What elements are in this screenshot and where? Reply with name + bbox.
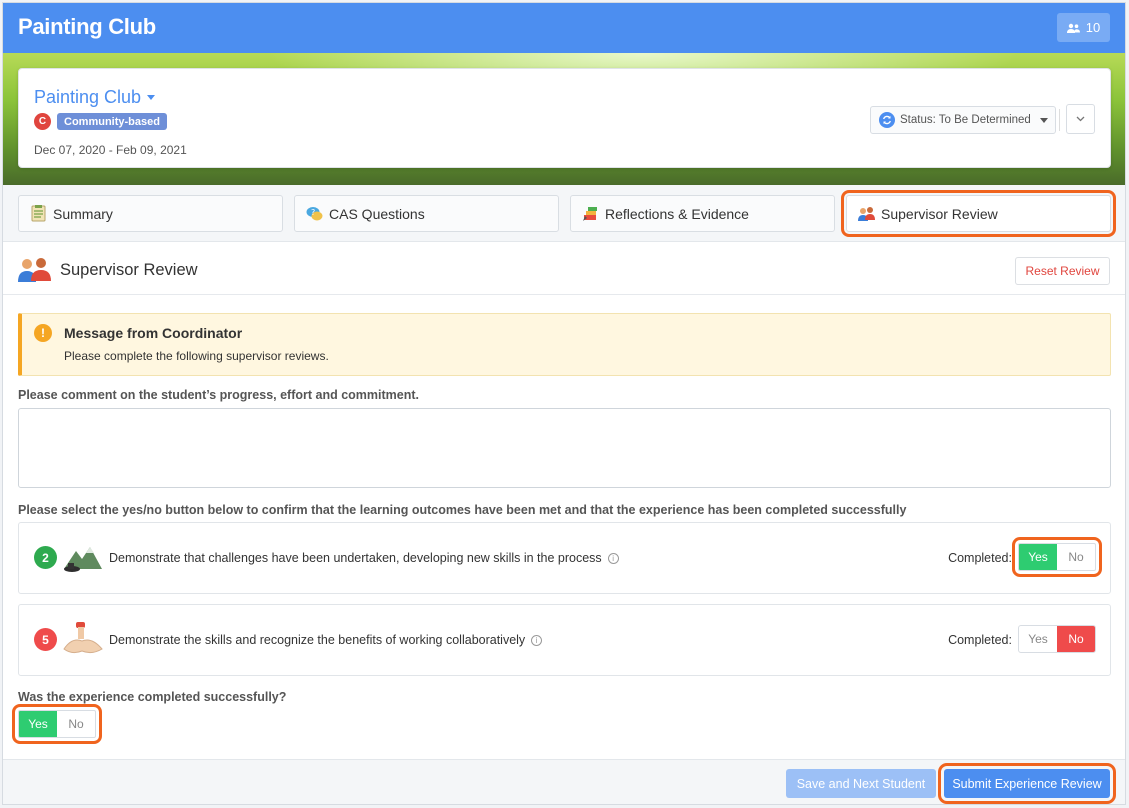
submit-review-button[interactable]: Submit Experience Review xyxy=(938,763,1116,804)
reset-review-button[interactable]: Reset Review xyxy=(1015,257,1110,285)
category-tag: Community-based xyxy=(57,113,167,130)
experience-name-dropdown[interactable]: Painting Club xyxy=(34,87,156,108)
sync-icon xyxy=(879,112,895,128)
info-icon[interactable]: i xyxy=(607,552,619,564)
no-button[interactable]: No xyxy=(1057,626,1095,652)
outcomes-prompt: Please select the yes/no button below to… xyxy=(18,503,907,517)
app-window: Painting Club 10 Painting Club C Communi… xyxy=(2,2,1126,805)
pencil-icon xyxy=(583,207,597,221)
outcome-text: Demonstrate the skills and recognize the… xyxy=(109,633,526,647)
comment-textarea[interactable] xyxy=(18,408,1111,488)
status-dropdown[interactable]: Status: To Be Determined xyxy=(870,106,1056,134)
no-button[interactable]: No xyxy=(57,711,95,737)
warning-icon: ! xyxy=(34,324,52,342)
question-bubble-icon: ? xyxy=(306,207,323,221)
completed-label: Completed: xyxy=(948,633,1012,647)
category-row: C Community-based xyxy=(34,113,167,130)
members-count: 10 xyxy=(1085,20,1101,35)
yes-button[interactable]: Yes xyxy=(19,711,57,737)
experience-card: Painting Club C Community-based Dec 07, … xyxy=(18,68,1111,168)
divider xyxy=(1059,109,1060,131)
success-prompt: Was the experience completed successfull… xyxy=(18,690,287,704)
tab-cas-questions[interactable]: ? CAS Questions xyxy=(294,195,559,232)
chevron-down-icon xyxy=(1076,116,1085,122)
caret-down-icon xyxy=(1039,117,1048,123)
learning-outcome-row: 5 Demonstrate the skills and recognize t… xyxy=(18,604,1111,676)
expand-button[interactable] xyxy=(1066,104,1095,134)
outcome-text-wrap: Demonstrate that challenges have been un… xyxy=(109,551,619,565)
category-letter-badge: C xyxy=(34,113,51,130)
success-toggle: Yes No xyxy=(12,704,102,744)
tab-label: Summary xyxy=(53,205,113,222)
people-icon xyxy=(18,258,51,282)
section-title: Supervisor Review xyxy=(60,261,198,279)
app-title: Painting Club xyxy=(18,14,156,39)
completed-toggle: Yes No xyxy=(1018,625,1096,653)
tab-reflections-evidence[interactable]: Reflections & Evidence xyxy=(570,195,835,232)
tab-supervisor-review[interactable]: Supervisor Review xyxy=(841,190,1116,237)
info-icon[interactable]: i xyxy=(531,634,543,646)
yes-button[interactable]: Yes xyxy=(1019,544,1057,570)
tab-summary[interactable]: Summary xyxy=(18,195,283,232)
experience-dates: Dec 07, 2020 - Feb 09, 2021 xyxy=(34,143,187,157)
yes-button[interactable]: Yes xyxy=(1019,626,1057,652)
alert-title: Message from Coordinator xyxy=(64,325,243,341)
completed-toggle: Yes No xyxy=(1012,537,1102,577)
caret-down-icon xyxy=(147,95,156,100)
checklist-icon xyxy=(31,205,46,222)
tab-label: CAS Questions xyxy=(329,205,425,222)
section-header: Supervisor Review Reset Review xyxy=(3,243,1125,295)
people-icon xyxy=(858,207,875,221)
no-button[interactable]: No xyxy=(1057,544,1095,570)
members-button[interactable]: 10 xyxy=(1057,13,1110,42)
save-next-button[interactable]: Save and Next Student xyxy=(786,769,936,798)
experience-name: Painting Club xyxy=(34,87,142,107)
coordinator-message: ! Message from Coordinator Please comple… xyxy=(18,313,1111,376)
tab-bar: Summary ? CAS Questions Reflections & Ev… xyxy=(3,185,1125,242)
alert-message: Please complete the following supervisor… xyxy=(64,349,329,363)
outcome-number-badge: 2 xyxy=(34,546,57,569)
hero-banner: Painting Club C Community-based Dec 07, … xyxy=(3,53,1125,185)
learning-outcome-row: 2 Demonstrate that challenges have been … xyxy=(18,522,1111,594)
hands-together-icon xyxy=(63,622,103,654)
mountain-icon xyxy=(64,547,102,572)
completed-label: Completed: xyxy=(948,551,1012,565)
top-bar: Painting Club 10 xyxy=(3,3,1125,53)
svg-text:?: ? xyxy=(311,208,315,217)
status-label: Status: To Be Determined xyxy=(900,114,1031,126)
tab-label: Supervisor Review xyxy=(881,205,998,222)
outcome-number-badge: 5 xyxy=(34,628,57,651)
comment-prompt: Please comment on the student’s progress… xyxy=(18,388,420,402)
users-icon xyxy=(1066,23,1080,33)
outcome-text-wrap: Demonstrate the skills and recognize the… xyxy=(109,633,543,647)
outcome-text: Demonstrate that challenges have been un… xyxy=(109,551,602,565)
footer-bar: Save and Next Student Submit Experience … xyxy=(3,759,1125,804)
tab-label: Reflections & Evidence xyxy=(605,205,749,222)
